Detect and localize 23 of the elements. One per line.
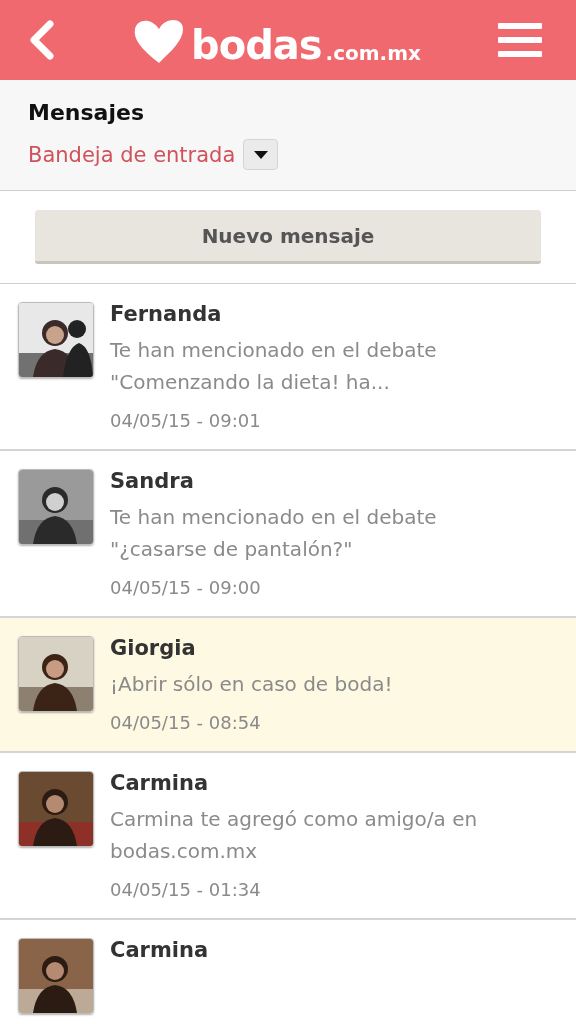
sender-name: Fernanda [110, 302, 223, 326]
menu-icon[interactable] [498, 23, 542, 57]
sender-name: Carmina [110, 771, 210, 795]
sender-name: Sandra [110, 469, 195, 493]
message-preview: Te han mencionado en el debate "¿casarse de pantalón?" [110, 504, 438, 563]
message-date: 04/05/15 - 01:34 [110, 879, 262, 900]
logo-domain: .com.mx [325, 43, 421, 65]
message-date: 04/05/15 - 09:01 [110, 410, 262, 431]
message-preview: Te han mencionado en el debate "Comenzando la dieta! ha... [110, 337, 438, 396]
back-icon[interactable] [28, 20, 54, 60]
message-date: 04/05/15 - 08:54 [110, 712, 262, 733]
new-message-button[interactable]: Nuevo mensaje [35, 210, 541, 264]
message-preview: ¡Abrir sólo en caso de boda! [110, 671, 394, 698]
dropdown-button[interactable] [243, 139, 279, 170]
message-date: 04/05/15 - 09:00 [110, 577, 262, 598]
logo-name: bodas [191, 25, 322, 65]
folder-label[interactable]: Bandeja de entrada [28, 142, 236, 167]
section-title: Mensajes [28, 100, 145, 125]
sender-name: Giorgia [110, 636, 197, 660]
caret-icon [253, 150, 268, 159]
message-row[interactable]: Giorgia ¡Abrir sólo en caso de boda! 04/05/15 - 08:54 [0, 618, 576, 753]
message-preview: Carmina te agregó como amigo/a en bodas.com.mx [110, 806, 479, 865]
sender-name: Carmina [110, 938, 210, 962]
